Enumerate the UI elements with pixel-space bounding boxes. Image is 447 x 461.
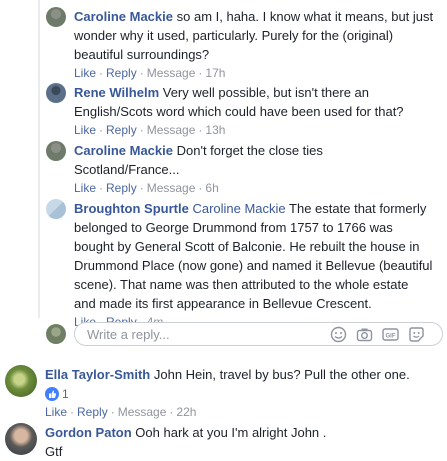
reply-comment: Caroline Mackie so am I, haha. I know wh… (46, 7, 433, 81)
comment-text: Caroline Mackie Don't forget the close t… (74, 143, 323, 177)
avatar[interactable] (5, 423, 37, 455)
comment-actions: Like · Reply · Message · 6h (74, 181, 219, 195)
comment-actions: Like · Reply · Message · 13h (74, 123, 226, 137)
like-link[interactable]: Like (74, 123, 96, 137)
comment-text: Rene Wilhelm Very well possible, but isn… (74, 85, 404, 119)
commenter-name[interactable]: Caroline Mackie (74, 143, 173, 158)
commenter-name[interactable]: Caroline Mackie (74, 9, 173, 24)
comment-text: Ella Taylor-Smith John Hein, travel by b… (45, 367, 410, 382)
comment-actions: Like · Reply · Message · 17h (74, 66, 226, 80)
timestamp[interactable]: 22h (176, 405, 196, 419)
svg-text:GIF: GIF (386, 333, 396, 339)
sticker-icon[interactable] (408, 326, 425, 343)
comment: Ella Taylor-Smith John Hein, travel by b… (5, 365, 410, 420)
commenter-name[interactable]: Ella Taylor-Smith (45, 367, 150, 382)
like-link[interactable]: Like (74, 66, 96, 80)
reaction-summary[interactable]: 1 (45, 384, 410, 403)
like-reaction-icon (45, 386, 59, 401)
like-link[interactable]: Like (74, 181, 96, 195)
comment: Gordon Paton Ooh hark at you I'm alright… (5, 423, 326, 461)
like-link[interactable]: Like (45, 405, 67, 419)
avatar[interactable] (46, 7, 66, 27)
comment-text: Caroline Mackie so am I, haha. I know wh… (74, 9, 434, 62)
gif-icon[interactable]: GIF (382, 326, 399, 343)
comment-actions: Like · Reply · Message · 22h (45, 404, 197, 419)
emoji-icon[interactable] (330, 326, 347, 343)
reply-link[interactable]: Reply (77, 405, 108, 419)
reply-link[interactable]: Reply (106, 66, 137, 80)
reply-comment: Caroline Mackie Don't forget the close t… (46, 141, 323, 196)
reply-input[interactable]: Write a reply... GIF (74, 322, 443, 346)
comment-text: Broughton Spurtle Caroline Mackie The es… (74, 201, 433, 311)
reply-comment: Broughton Spurtle Caroline Mackie The es… (46, 199, 432, 330)
like-count: 1 (62, 386, 69, 401)
message-link[interactable]: Message (118, 405, 167, 419)
timestamp[interactable]: 17h (205, 66, 225, 80)
commenter-name[interactable]: Gordon Paton (45, 425, 132, 440)
current-user-avatar (46, 324, 66, 344)
reply-link[interactable]: Reply (106, 123, 137, 137)
reply-link[interactable]: Reply (106, 181, 137, 195)
timestamp[interactable]: 13h (205, 123, 225, 137)
thread-line (38, 0, 40, 318)
avatar[interactable] (5, 365, 37, 397)
avatar[interactable] (46, 141, 66, 161)
avatar[interactable] (46, 83, 66, 103)
comment-text: Gordon Paton Ooh hark at you I'm alright… (45, 425, 327, 459)
avatar[interactable] (46, 199, 66, 219)
message-link[interactable]: Message (147, 181, 196, 195)
reply-placeholder: Write a reply... (87, 327, 170, 342)
timestamp[interactable]: 6h (205, 181, 218, 195)
commenter-name[interactable]: Broughton Spurtle (74, 201, 189, 216)
camera-icon[interactable] (356, 326, 373, 343)
commenter-name[interactable]: Rene Wilhelm (74, 85, 159, 100)
message-link[interactable]: Message (147, 66, 196, 80)
mention-link[interactable]: Caroline Mackie (192, 201, 285, 216)
reply-comment: Rene Wilhelm Very well possible, but isn… (46, 83, 404, 138)
message-link[interactable]: Message (147, 123, 196, 137)
